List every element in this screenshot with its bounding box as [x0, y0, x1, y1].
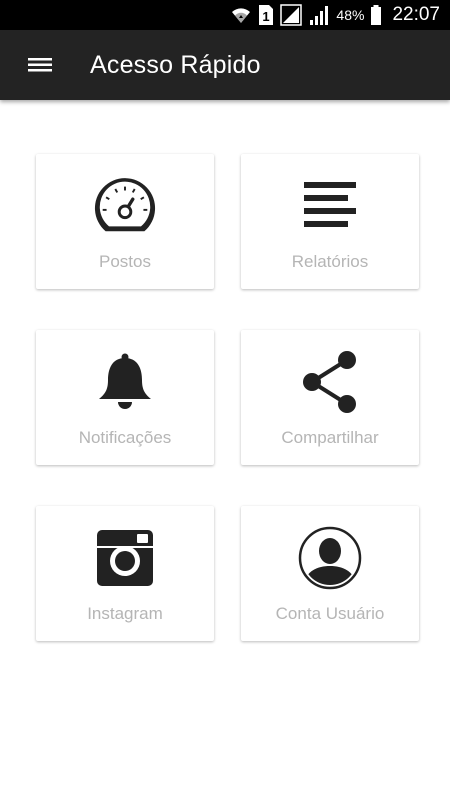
speedometer-icon: [93, 174, 157, 238]
status-icons: 1 48% 22:07: [230, 0, 440, 30]
page-title: Acesso Rápido: [90, 51, 261, 79]
conta-usuario-label: Conta Usuário: [275, 604, 385, 623]
bell-icon: [93, 350, 157, 414]
signal-bars-icon: [308, 4, 330, 26]
instagram-label: Instagram: [87, 604, 163, 623]
signal-strength-icon: [280, 4, 303, 26]
user-account-icon: [298, 526, 362, 590]
battery-icon: [370, 4, 382, 26]
postos-card[interactable]: Postos: [36, 154, 214, 289]
menu-button[interactable]: [22, 50, 58, 80]
sim-card-icon: 1: [258, 4, 274, 26]
hamburger-menu-icon: [28, 58, 52, 72]
relatorios-card[interactable]: Relatórios: [241, 154, 419, 289]
instagram-icon: [93, 526, 157, 590]
instagram-card[interactable]: Instagram: [36, 506, 214, 641]
notificacoes-card[interactable]: Notificações: [36, 330, 214, 465]
sim-card-number: 1: [263, 9, 270, 24]
status-bar: 1 48% 22:07: [0, 0, 450, 30]
relatorios-label: Relatórios: [291, 252, 369, 271]
compartilhar-label: Compartilhar: [281, 428, 379, 447]
compartilhar-card[interactable]: Compartilhar: [241, 330, 419, 465]
wifi-icon: [230, 4, 252, 26]
share-icon: [298, 350, 362, 414]
postos-label: Postos: [99, 252, 151, 271]
clock: 22:07: [392, 4, 440, 25]
report-lines-icon: [298, 174, 362, 238]
battery-percentage: 48%: [336, 7, 365, 23]
conta-usuario-card[interactable]: Conta Usuário: [241, 506, 419, 641]
app-bar: Acesso Rápido: [0, 30, 450, 100]
notificacoes-label: Notificações: [78, 428, 172, 447]
